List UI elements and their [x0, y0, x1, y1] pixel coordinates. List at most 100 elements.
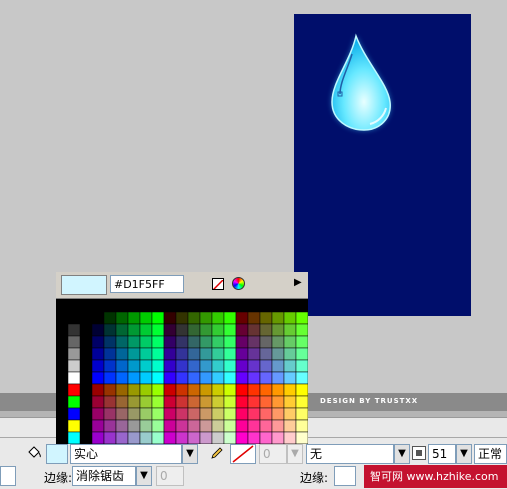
swatch-cell[interactable]: [295, 431, 308, 444]
swatch-cell[interactable]: [175, 371, 189, 385]
swatch-cell[interactable]: [91, 431, 105, 444]
swatch-basic[interactable]: [67, 323, 81, 337]
swatch-cell[interactable]: [211, 311, 225, 325]
swatch-cell[interactable]: [151, 323, 165, 337]
swatch-cell[interactable]: [163, 323, 177, 337]
swatch-cell[interactable]: [235, 383, 249, 397]
swatch-cell[interactable]: [247, 431, 261, 444]
swatch-cell[interactable]: [151, 311, 165, 325]
swatch-cell[interactable]: [139, 407, 153, 421]
swatch-cell[interactable]: [235, 359, 249, 373]
swatch-cell[interactable]: [259, 383, 273, 397]
swatch-cell[interactable]: [187, 359, 201, 373]
swatch-cell[interactable]: [259, 359, 273, 373]
swatch-cell[interactable]: [103, 335, 117, 349]
swatch-cell[interactable]: [103, 371, 117, 385]
swatch-cell[interactable]: [163, 407, 177, 421]
swatch-cell[interactable]: [295, 335, 308, 349]
swatch-cell[interactable]: [187, 395, 201, 409]
swatch-cell[interactable]: [211, 335, 225, 349]
swatch-cell[interactable]: [295, 371, 308, 385]
swatch-cell[interactable]: [283, 359, 297, 373]
swatch-cell[interactable]: [103, 323, 117, 337]
swatch-basic[interactable]: [67, 431, 81, 444]
swatch-cell[interactable]: [187, 311, 201, 325]
swatch-cell[interactable]: [247, 311, 261, 325]
swatch-cell[interactable]: [259, 371, 273, 385]
swatch-cell[interactable]: [235, 371, 249, 385]
swatch-cell[interactable]: [223, 419, 237, 433]
swatch-cell[interactable]: [151, 371, 165, 385]
swatch-cell[interactable]: [103, 347, 117, 361]
stroke-style-select[interactable]: 无: [306, 444, 394, 464]
swatch-cell[interactable]: [127, 347, 141, 361]
swatch-cell[interactable]: [187, 371, 201, 385]
swatch-cell[interactable]: [91, 419, 105, 433]
swatch-cell[interactable]: [115, 311, 129, 325]
swatch-cell[interactable]: [247, 383, 261, 397]
swatch-cell[interactable]: [223, 335, 237, 349]
swatch-cell[interactable]: [163, 335, 177, 349]
swatch-cell[interactable]: [211, 323, 225, 337]
swatch-cell[interactable]: [91, 335, 105, 349]
swatch-cell[interactable]: [283, 323, 297, 337]
swatch-cell[interactable]: [199, 431, 213, 444]
swatch-cell[interactable]: [235, 419, 249, 433]
swatch-cell[interactable]: [91, 359, 105, 373]
swatch-cell[interactable]: [211, 431, 225, 444]
swatch-cell[interactable]: [247, 395, 261, 409]
swatch-cell[interactable]: [235, 323, 249, 337]
swatch-cell[interactable]: [151, 335, 165, 349]
swatch-cell[interactable]: [91, 395, 105, 409]
swatch-cell[interactable]: [211, 359, 225, 373]
swatch-cell[interactable]: [259, 419, 273, 433]
swatch-cell[interactable]: [283, 347, 297, 361]
swatch-cell[interactable]: [127, 371, 141, 385]
swatch-cell[interactable]: [271, 347, 285, 361]
swatch-cell[interactable]: [127, 419, 141, 433]
swatch-basic[interactable]: [67, 359, 81, 373]
swatch-cell[interactable]: [175, 407, 189, 421]
swatch-cell[interactable]: [271, 323, 285, 337]
swatch-cell[interactable]: [211, 395, 225, 409]
swatch-cell[interactable]: [283, 311, 297, 325]
swatch-cell[interactable]: [91, 323, 105, 337]
palette-menu-arrow-icon[interactable]: ▶: [294, 277, 302, 288]
swatch-cell[interactable]: [115, 323, 129, 337]
swatch-cell[interactable]: [271, 395, 285, 409]
swatch-cell[interactable]: [211, 407, 225, 421]
swatch-cell[interactable]: [187, 419, 201, 433]
swatch-cell[interactable]: [283, 407, 297, 421]
right-edge-field[interactable]: [334, 466, 356, 486]
artwork-canvas[interactable]: [294, 14, 471, 316]
swatch-cell[interactable]: [163, 371, 177, 385]
swatch-cell[interactable]: [151, 431, 165, 444]
swatch-cell[interactable]: [199, 383, 213, 397]
swatch-cell[interactable]: [223, 359, 237, 373]
swatch-cell[interactable]: [259, 311, 273, 325]
swatch-cell[interactable]: [271, 335, 285, 349]
swatch-grid[interactable]: [56, 299, 308, 444]
swatch-basic[interactable]: [67, 371, 81, 385]
swatch-cell[interactable]: [199, 407, 213, 421]
edge-dropdown-icon[interactable]: ▼: [136, 466, 152, 486]
swatch-basic[interactable]: [67, 311, 81, 325]
swatch-cell[interactable]: [115, 359, 129, 373]
swatch-cell[interactable]: [91, 371, 105, 385]
swatch-cell[interactable]: [127, 395, 141, 409]
hex-color-input[interactable]: #D1F5FF: [110, 275, 184, 293]
swatch-cell[interactable]: [247, 335, 261, 349]
edge-number-field[interactable]: 0: [156, 466, 184, 486]
swatch-cell[interactable]: [223, 371, 237, 385]
swatch-cell[interactable]: [139, 431, 153, 444]
swatch-cell[interactable]: [115, 371, 129, 385]
swatch-cell[interactable]: [259, 431, 273, 444]
swatch-cell[interactable]: [103, 419, 117, 433]
swatch-cell[interactable]: [151, 395, 165, 409]
swatch-cell[interactable]: [283, 431, 297, 444]
swatch-cell[interactable]: [139, 371, 153, 385]
swatch-basic[interactable]: [67, 347, 81, 361]
swatch-cell[interactable]: [127, 383, 141, 397]
swatch-cell[interactable]: [223, 395, 237, 409]
no-color-icon[interactable]: [212, 278, 224, 290]
